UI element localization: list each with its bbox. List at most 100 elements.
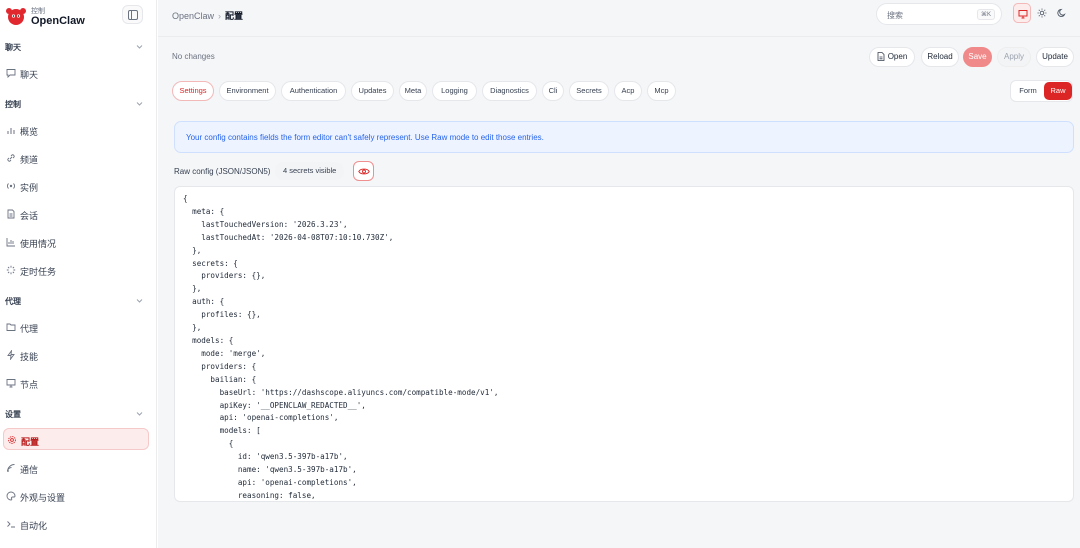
sidebar-item-config[interactable]: 配置 — [3, 428, 149, 450]
sidebar: 控制 OpenClaw 聊天 聊天 控制 概览 频道 实例 会话 使用情况 定时… — [0, 0, 157, 548]
sidebar-item-label: 实例 — [20, 183, 39, 193]
tab-logging[interactable]: Logging — [432, 81, 477, 101]
terminal-icon — [7, 521, 15, 528]
section-agents[interactable]: 代理 — [5, 296, 147, 310]
sidebar-item-channels[interactable]: 频道 — [3, 147, 149, 169]
sidebar-item-cron[interactable]: 定时任务 — [3, 259, 149, 281]
tab-meta[interactable]: Meta — [399, 81, 427, 101]
sidebar-item-label: 通信 — [20, 465, 39, 475]
raw-config-text: { meta: { lastTouchedVersion: '2026.3.23… — [183, 194, 499, 500]
toggle-secrets-button[interactable] — [353, 161, 374, 181]
file-icon — [877, 52, 885, 61]
top-bar: OpenClaw › 配置 搜索 ⌘K — [158, 0, 1080, 30]
sidebar-item-overview[interactable]: 概览 — [3, 119, 149, 141]
notice-text: Your config contains fields the form edi… — [186, 133, 544, 142]
open-button[interactable]: Open — [869, 47, 915, 67]
folder-icon — [6, 323, 16, 331]
mode-form-button[interactable]: Form — [1013, 82, 1043, 100]
section-label: 控制 — [5, 100, 21, 109]
tab-updates[interactable]: Updates — [351, 81, 394, 101]
section-control[interactable]: 控制 — [5, 99, 147, 113]
breadcrumb-root[interactable]: OpenClaw — [172, 11, 214, 21]
sidebar-item-label: 节点 — [20, 380, 39, 390]
chevron-down-icon — [136, 45, 143, 49]
theme-switcher — [1013, 3, 1073, 25]
config-panel: No changes Open Reload Save Apply Update… — [158, 36, 1080, 548]
sidebar-item-chat[interactable]: 聊天 — [3, 62, 149, 84]
mode-toggle: Form Raw — [1010, 80, 1073, 102]
sidebar-item-automation[interactable]: 自动化 — [3, 513, 149, 535]
sidebar-item-nodes[interactable]: 节点 — [3, 372, 149, 394]
chat-icon — [6, 69, 16, 78]
sidebar-item-agents[interactable]: 代理 — [3, 316, 149, 338]
loader-icon — [6, 265, 16, 275]
sidebar-toggle-icon — [128, 10, 138, 20]
raw-config-editor[interactable]: { meta: { lastTouchedVersion: '2026.3.23… — [174, 186, 1074, 502]
breadcrumb: OpenClaw › 配置 — [172, 9, 243, 22]
sidebar-item-instances[interactable]: 实例 — [3, 175, 149, 197]
sun-icon — [1037, 8, 1047, 18]
bar-chart-icon — [7, 128, 15, 134]
chart-icon — [6, 238, 15, 247]
eye-icon — [358, 168, 370, 175]
tab-acp[interactable]: Acp — [614, 81, 642, 101]
moon-icon — [1057, 8, 1066, 17]
sidebar-item-label: 自动化 — [20, 521, 48, 531]
theme-system-button[interactable] — [1013, 3, 1031, 23]
breadcrumb-current: 配置 — [225, 11, 244, 21]
open-label: Open — [887, 52, 908, 61]
sidebar-item-usage[interactable]: 使用情况 — [3, 231, 149, 253]
sidebar-item-communication[interactable]: 通信 — [3, 457, 149, 479]
chevron-down-icon — [136, 299, 143, 303]
tab-secrets[interactable]: Secrets — [569, 81, 609, 101]
bolt-icon — [7, 350, 15, 360]
sidebar-item-label: 使用情况 — [20, 239, 57, 249]
search-input[interactable]: 搜索 ⌘K — [876, 3, 1002, 25]
theme-light-button[interactable] — [1033, 3, 1051, 23]
raw-config-header: Raw config (JSON/JSON5) 4 secrets visibl… — [174, 161, 474, 183]
tab-diagnostics[interactable]: Diagnostics — [482, 81, 537, 101]
section-chat[interactable]: 聊天 — [5, 42, 147, 56]
section-label: 代理 — [5, 297, 21, 306]
sidebar-item-label: 技能 — [20, 352, 39, 362]
sidebar-item-label: 定时任务 — [20, 267, 57, 277]
save-button[interactable]: Save — [963, 47, 992, 67]
monitor-icon — [6, 379, 16, 388]
link-icon — [7, 154, 15, 162]
sidebar-item-appearance[interactable]: 外观与设置 — [3, 485, 149, 507]
sidebar-item-label: 会话 — [20, 211, 39, 221]
sidebar-item-label: 外观与设置 — [20, 493, 66, 503]
tab-mcp[interactable]: Mcp — [647, 81, 676, 101]
gear-icon — [8, 436, 16, 444]
radio-icon — [7, 183, 15, 189]
chevron-down-icon — [136, 412, 143, 416]
chevron-down-icon — [136, 102, 143, 106]
changes-status: No changes — [172, 52, 215, 61]
theme-dark-button[interactable] — [1053, 3, 1071, 23]
tab-cli[interactable]: Cli — [542, 81, 564, 101]
config-toolbar: No changes Open Reload Save Apply Update… — [158, 36, 1080, 109]
secrets-visible-badge: 4 secrets visible — [275, 162, 345, 180]
tab-authentication[interactable]: Authentication — [281, 81, 346, 101]
sidebar-item-label: 概览 — [20, 127, 39, 137]
monitor-icon — [1018, 10, 1028, 19]
tab-settings[interactable]: Settings — [172, 81, 214, 101]
reload-button[interactable]: Reload — [921, 47, 959, 67]
sidebar-item-skills[interactable]: 技能 — [3, 344, 149, 366]
tab-environment[interactable]: Environment — [219, 81, 276, 101]
section-label: 聊天 — [5, 43, 21, 52]
sidebar-item-sessions[interactable]: 会话 — [3, 203, 149, 225]
signal-icon — [7, 464, 15, 472]
collapse-sidebar-button[interactable] — [122, 5, 143, 24]
palette-icon — [6, 491, 16, 501]
info-notice: Your config contains fields the form edi… — [174, 121, 1074, 153]
breadcrumb-separator: › — [218, 11, 222, 21]
search-shortcut: ⌘K — [976, 9, 995, 20]
update-button[interactable]: Update — [1036, 47, 1074, 67]
section-settings[interactable]: 设置 — [5, 409, 147, 423]
sidebar-item-label: 配置 — [21, 437, 40, 447]
search-placeholder: 搜索 — [887, 11, 903, 20]
apply-button[interactable]: Apply — [997, 47, 1031, 67]
document-icon — [7, 209, 15, 219]
mode-raw-button[interactable]: Raw — [1044, 82, 1072, 100]
